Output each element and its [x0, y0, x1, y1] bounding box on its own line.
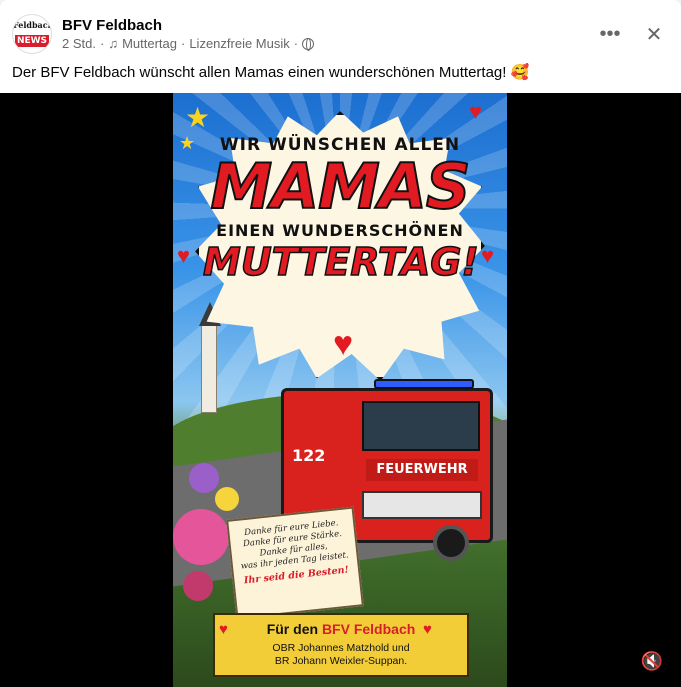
headline-line2: MAMAS — [209, 150, 471, 223]
feed-post: Feldbach NEWS BFV Feldbach 2 Std. · ♫ Mu… — [0, 0, 681, 687]
post-caption: Der BFV Feldbach wünscht allen Mamas ein… — [12, 64, 530, 81]
heart-icon: ♥ — [469, 99, 483, 124]
thank-you-note: Danke für eure Liebe. Danke für eure Stä… — [226, 506, 364, 620]
banner-line2: OBR Johannes Matzhold und — [272, 642, 410, 654]
page-name-link[interactable]: BFV Feldbach — [62, 16, 314, 35]
headline-line3: EINEN WUNDERSCHÖNEN — [216, 221, 464, 240]
banner-highlight: BFV Feldbach — [321, 621, 416, 637]
audio-source[interactable]: Lizenzfreie Musik — [189, 35, 289, 52]
truck-wheel — [433, 525, 469, 561]
truck-label: FEUERWEHR — [366, 459, 478, 481]
video-frame: ★ ★ ♥ ♥ ♥ WIR WÜNSCHEN ALLEN MAMAS EINEN… — [173, 93, 507, 687]
separator-dot: · — [99, 36, 105, 51]
mute-icon[interactable]: 🔇 — [637, 649, 667, 673]
truck-windshield — [362, 401, 480, 451]
heart-icon: ♥ — [177, 243, 191, 268]
banner-line3: BR Johann Weixler-Suppan. — [274, 655, 408, 667]
star-icon: ★ — [185, 102, 211, 133]
post-actions: ••• ✕ — [595, 19, 669, 49]
truck-bumper — [362, 491, 482, 519]
globe-icon[interactable] — [302, 37, 315, 51]
headline-line4: MUTTERTAG! — [202, 239, 479, 285]
audio-label[interactable]: Muttertag — [122, 35, 177, 52]
avatar-logo-bar: NEWS — [15, 35, 49, 47]
separator-dot: · — [180, 36, 186, 51]
banner-prefix: Für den — [266, 621, 322, 637]
video-player[interactable]: ★ ★ ♥ ♥ ♥ WIR WÜNSCHEN ALLEN MAMAS EINEN… — [0, 93, 681, 687]
truck-number: 122 — [292, 446, 326, 465]
heart-icon: ♥ — [219, 621, 228, 638]
church-illustration — [199, 302, 221, 413]
flower — [215, 487, 239, 511]
star-icon: ★ — [179, 133, 196, 153]
heart-icon: ♥ — [333, 325, 354, 363]
siren-lights — [374, 379, 474, 389]
flower — [183, 571, 213, 601]
post-header: Feldbach NEWS BFV Feldbach 2 Std. · ♫ Mu… — [12, 12, 669, 56]
avatar[interactable]: Feldbach NEWS — [12, 14, 52, 54]
post-time[interactable]: 2 Std. — [62, 35, 96, 52]
heart-icon: ♥ — [423, 621, 432, 638]
avatar-logo-text: Feldbach — [13, 20, 52, 30]
flower — [189, 463, 219, 493]
flower — [173, 509, 229, 565]
greeting-headline: WIR WÜNSCHEN ALLEN MAMAS EINEN WUNDERSCH… — [202, 133, 479, 285]
more-options-button[interactable]: ••• — [595, 19, 625, 49]
close-icon[interactable]: ✕ — [639, 19, 669, 49]
post-subline: 2 Std. · ♫ Muttertag · Lizenzfreie Musik… — [62, 35, 315, 52]
separator-dot: · — [293, 36, 299, 51]
music-icon: ♫ — [108, 36, 119, 51]
post-meta: BFV Feldbach 2 Std. · ♫ Muttertag · Lize… — [62, 16, 315, 52]
